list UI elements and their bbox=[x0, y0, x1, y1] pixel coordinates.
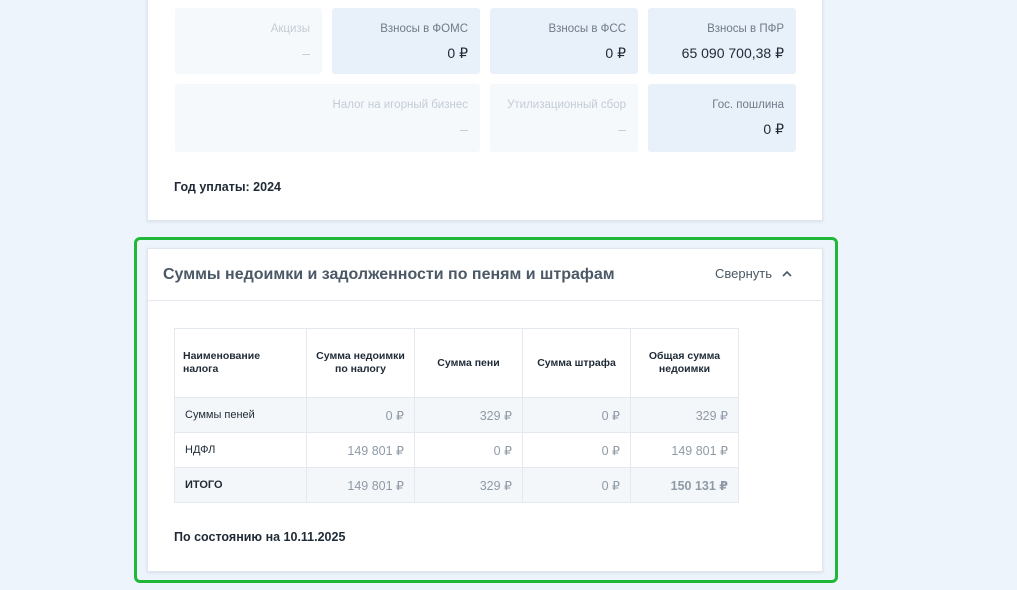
row-arrears: 0 ₽ bbox=[306, 397, 415, 433]
payment-year: Год уплаты: 2024 bbox=[174, 180, 281, 194]
debt-table: Наименование налога Сумма недоимки по на… bbox=[174, 328, 739, 503]
row-arrears: 149 801 ₽ bbox=[306, 432, 415, 468]
tax-tile-pfr: Взносы в ПФР 65 090 700,38 ₽ bbox=[648, 8, 796, 74]
tile-value: 0 ₽ bbox=[763, 121, 784, 137]
row-arrears: 149 801 ₽ bbox=[306, 467, 415, 503]
column-header-penalty: Сумма пени bbox=[414, 328, 523, 398]
column-header-tax-name: Наименование налога bbox=[174, 328, 307, 398]
tile-label: Акцизы bbox=[270, 23, 310, 35]
tile-label: Утилизационный сбор bbox=[507, 99, 626, 111]
table-header-row: Наименование налога Сумма недоимки по на… bbox=[174, 328, 739, 398]
tile-value: – bbox=[460, 121, 468, 137]
debt-section-card: Суммы недоимки и задолженности по пеням … bbox=[147, 248, 823, 572]
row-total: 329 ₽ bbox=[630, 397, 739, 433]
row-fine: 0 ₽ bbox=[522, 467, 631, 503]
row-penalty: 329 ₽ bbox=[414, 467, 523, 503]
collapse-button[interactable]: Свернуть bbox=[715, 266, 792, 281]
table-row: Суммы пеней 0 ₽ 329 ₽ 0 ₽ 329 ₽ bbox=[174, 397, 739, 433]
debt-section-header: Суммы недоимки и задолженности по пеням … bbox=[148, 249, 822, 301]
column-header-total: Общая сумма недоимки bbox=[630, 328, 739, 398]
tile-label: Взносы в ФСС bbox=[548, 23, 626, 35]
as-of-date: По состоянию на 10.11.2025 bbox=[174, 530, 346, 544]
tile-label: Взносы в ПФР bbox=[707, 23, 784, 35]
row-total: 149 801 ₽ bbox=[630, 432, 739, 468]
tile-label: Гос. пошлина bbox=[712, 99, 784, 111]
tax-tile-foms: Взносы в ФОМС 0 ₽ bbox=[332, 8, 480, 74]
collapse-label: Свернуть bbox=[714, 266, 772, 281]
tile-label: Налог на игорный бизнес bbox=[332, 99, 468, 111]
row-name: ИТОГО bbox=[174, 467, 307, 503]
row-fine: 0 ₽ bbox=[522, 397, 631, 433]
section-title: Суммы недоимки и задолженности по пеням … bbox=[163, 266, 615, 283]
column-header-arrears: Сумма недоимки по налогу bbox=[306, 328, 415, 398]
tile-value: 0 ₽ bbox=[605, 45, 626, 61]
row-penalty: 0 ₽ bbox=[414, 432, 523, 468]
row-penalty: 329 ₽ bbox=[414, 397, 523, 433]
row-name: Суммы пеней bbox=[174, 397, 307, 433]
table-row: НДФЛ 149 801 ₽ 0 ₽ 0 ₽ 149 801 ₽ bbox=[174, 432, 739, 468]
table-row-total: ИТОГО 149 801 ₽ 329 ₽ 0 ₽ 150 131 ₽ bbox=[174, 467, 739, 503]
tax-tile-recycling: Утилизационный сбор – bbox=[490, 84, 638, 152]
tile-value: – bbox=[618, 121, 626, 137]
row-fine: 0 ₽ bbox=[522, 432, 631, 468]
tax-tile-excise: Акцизы – bbox=[175, 8, 322, 74]
tile-value: 65 090 700,38 ₽ bbox=[681, 45, 784, 61]
tax-tile-state-duty: Гос. пошлина 0 ₽ bbox=[648, 84, 796, 152]
row-total: 150 131 ₽ bbox=[630, 467, 739, 503]
tile-label: Взносы в ФОМС bbox=[380, 23, 468, 35]
tax-tile-fss: Взносы в ФСС 0 ₽ bbox=[490, 8, 638, 74]
tax-summary-card: Акцизы – Взносы в ФОМС 0 ₽ Взносы в ФСС … bbox=[147, 0, 823, 221]
tile-value: 0 ₽ bbox=[447, 45, 468, 61]
row-name: НДФЛ bbox=[174, 432, 307, 468]
tax-tile-gambling: Налог на игорный бизнес – bbox=[175, 84, 480, 152]
chevron-up-icon bbox=[782, 270, 792, 277]
tile-value: – bbox=[302, 45, 310, 61]
column-header-fine: Сумма штрафа bbox=[522, 328, 631, 398]
